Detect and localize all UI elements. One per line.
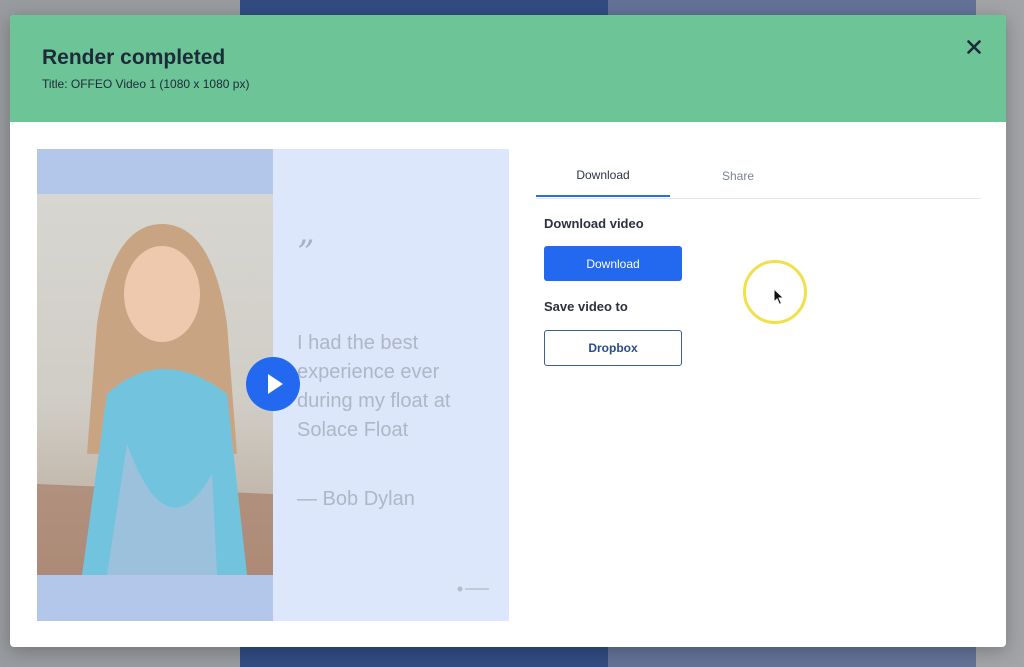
quote-panel: ” I had the best experience ever during …	[273, 149, 509, 621]
play-icon	[267, 374, 283, 394]
photo-panel	[37, 149, 273, 621]
mouse-pointer-icon	[773, 288, 785, 306]
testimonial-photo	[37, 194, 273, 575]
modal-title: Render completed	[42, 46, 226, 69]
tab-download[interactable]: Download	[536, 155, 670, 197]
close-icon	[967, 40, 981, 54]
download-video-heading: Download video	[544, 216, 644, 231]
modal-subtitle: Title: OFFEO Video 1 (1080 x 1080 px)	[42, 77, 250, 91]
testimonial-quote: I had the best experience ever during my…	[297, 332, 451, 441]
play-button[interactable]	[246, 357, 300, 411]
quote-mark: ”	[297, 233, 315, 273]
download-button[interactable]: Download	[544, 246, 682, 281]
close-button[interactable]	[960, 33, 988, 61]
video-preview[interactable]: ” I had the best experience ever during …	[37, 149, 509, 621]
modal-header: Render completed Title: OFFEO Video 1 (1…	[10, 15, 1006, 122]
tab-share[interactable]: Share	[671, 155, 805, 197]
render-completed-modal: Render completed Title: OFFEO Video 1 (1…	[10, 15, 1006, 647]
tab-bar: Download Share	[536, 155, 981, 199]
testimonial-author: — Bob Dylan	[297, 488, 415, 510]
watermark-logo	[457, 586, 489, 592]
save-video-heading: Save video to	[544, 299, 628, 314]
dropbox-button[interactable]: Dropbox	[544, 330, 682, 366]
